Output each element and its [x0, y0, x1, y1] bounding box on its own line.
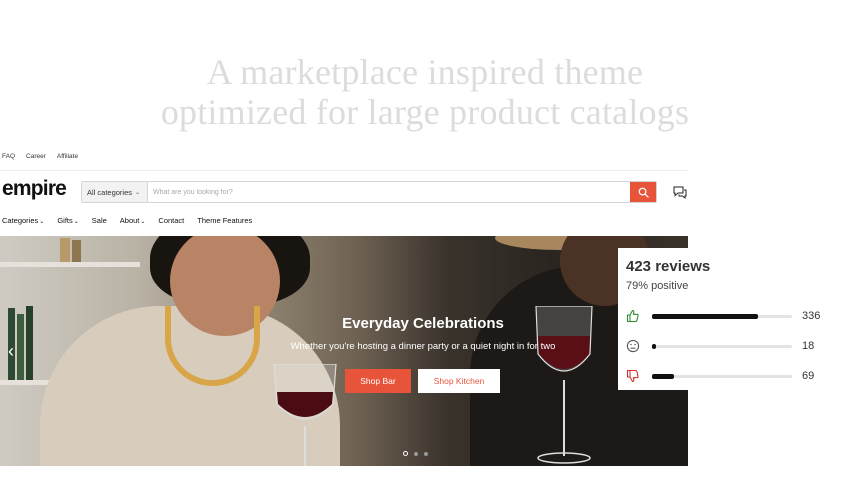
shop-kitchen-button[interactable]: Shop Kitchen [418, 369, 500, 393]
search-icon [638, 187, 649, 198]
utility-link-affiliate[interactable]: Affiliate [57, 153, 78, 160]
slide-dot[interactable] [403, 451, 408, 456]
category-select-label: All categories [87, 187, 133, 197]
search-bar: All categories ⌄ [81, 181, 657, 203]
nav-item-label: Categories [2, 216, 39, 225]
slide-dot[interactable] [424, 451, 428, 456]
hero-subtitle: Whether you're hosting a dinner party or… [290, 341, 556, 352]
hero-slideshow: ‹ Everyday Celebrations Whether you're h… [0, 236, 688, 466]
hero-title: Everyday Celebrations [342, 315, 504, 332]
nav-item-sale[interactable]: Sale [92, 216, 107, 225]
search-button[interactable] [630, 182, 656, 202]
store-preview: FAQ Career Affiliate empire All categori… [0, 148, 688, 466]
review-bar-track [652, 374, 792, 379]
review-bar-track [652, 344, 792, 349]
review-count: 423 reviews [626, 258, 711, 275]
nav-item-label: About [119, 216, 140, 225]
chevron-down-icon: ⌄ [39, 219, 45, 225]
utility-link-career[interactable]: Career [26, 153, 46, 160]
nav-item-label: Gifts [57, 216, 73, 225]
chevron-down-icon: ⌄ [140, 219, 146, 225]
previous-slide-arrow-icon[interactable]: ‹ [8, 342, 14, 360]
book [60, 238, 70, 262]
marketing-headline: A marketplace inspired theme optimized f… [0, 52, 850, 132]
thumbs-up-icon [626, 309, 639, 323]
review-bar-fill [652, 374, 675, 379]
book [26, 306, 33, 380]
review-row-count: 336 [802, 310, 821, 322]
search-input[interactable] [148, 182, 630, 202]
main-nav: Categories⌄ Gifts⌄ Sale About⌄ Contact T… [2, 216, 252, 225]
review-bar-fill [652, 344, 657, 349]
utility-links: FAQ Career Affiliate [2, 153, 78, 160]
wine-glass [273, 364, 337, 466]
category-select[interactable]: All categories ⌄ [82, 182, 148, 202]
nav-item-about[interactable]: About⌄ [120, 216, 146, 225]
reviews-summary-card: 423 reviews 79% positive 336 18 69 [618, 248, 850, 390]
headline-line-2: optimized for large product catalogs [160, 92, 690, 132]
review-row-count: 69 [802, 370, 815, 382]
book [72, 240, 81, 262]
store-logo[interactable]: empire [2, 177, 67, 201]
chat-icon[interactable] [672, 184, 688, 200]
nav-item-theme-features[interactable]: Theme Features [197, 216, 252, 225]
shop-bar-button[interactable]: Shop Bar [345, 369, 411, 393]
positive-percentage: 79% positive [626, 280, 689, 292]
review-bar-track [652, 314, 792, 319]
review-bar-fill [652, 314, 759, 319]
nav-item-contact[interactable]: Contact [158, 216, 184, 225]
book [17, 314, 24, 380]
chevron-down-icon: ⌄ [73, 219, 79, 225]
nav-item-gifts[interactable]: Gifts⌄ [57, 216, 78, 225]
review-row-count: 18 [802, 340, 815, 352]
chevron-down-icon: ⌄ [135, 189, 141, 196]
shelf [0, 262, 140, 267]
review-row-neutral: 18 [626, 339, 848, 355]
thumbs-down-icon [626, 369, 639, 383]
review-row-negative: 69 [626, 369, 848, 385]
headline-line-1: A marketplace inspired theme [206, 52, 644, 92]
slide-indicators [403, 451, 428, 456]
review-row-positive: 336 [626, 309, 848, 325]
nav-item-categories[interactable]: Categories⌄ [2, 216, 44, 225]
neutral-face-icon [626, 339, 640, 353]
utility-link-faq[interactable]: FAQ [2, 153, 15, 160]
utility-divider [0, 170, 688, 171]
slide-dot[interactable] [414, 451, 418, 456]
